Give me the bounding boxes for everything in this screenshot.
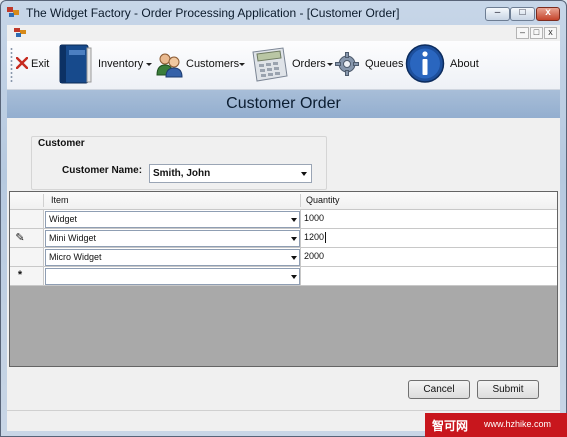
submit-button[interactable]: Submit [477,380,539,399]
new-row-star-icon: * [17,269,23,281]
gear-icon [335,52,359,76]
item-combobox-cell[interactable]: Micro Widget [44,248,301,267]
queues-label: Queues [365,58,404,70]
orders-label: Orders [292,58,326,70]
quantity-cell[interactable]: 1200 [301,229,557,248]
chevron-down-icon[interactable] [291,218,297,222]
row-header[interactable]: ✎ [10,229,44,248]
book-icon [59,44,92,84]
chevron-down-icon[interactable] [301,172,307,176]
about-label: About [450,58,479,70]
window-close-button[interactable]: x [536,7,560,21]
toolbar-grip[interactable] [10,47,13,83]
quantity-value: 1000 [304,213,325,223]
main-window: The Widget Factory - Order Processing Ap… [0,0,567,437]
content-area: Exit Inventory Customers Orders Queues A… [7,41,560,431]
item-value: Widget [49,214,78,224]
customers-dropdown-arrow [239,63,245,66]
customer-name-value: Smith, John [153,168,211,179]
watermark-url: www.hzhike.com [484,419,552,429]
watermark-brand: 智可网 [432,419,469,433]
row-header[interactable]: * [10,267,44,286]
item-combobox-cell[interactable]: Mini Widget [44,229,301,248]
order-items-grid[interactable]: Item Quantity Widget 1000 ✎ Mini Widget [9,191,558,367]
quantity-cell[interactable] [301,267,557,286]
item-value: Mini Widget [49,233,97,243]
customer-group-label: Customer [36,138,87,149]
exit-x-icon [16,57,28,69]
item-value: Micro Widget [49,252,102,262]
mdi-close-button[interactable]: x [544,27,557,39]
column-header-quantity[interactable]: Quantity [306,195,340,205]
page-title: Customer Order [226,95,341,112]
customer-name-combobox[interactable]: Smith, John [149,164,312,183]
inventory-dropdown-arrow [146,63,152,66]
customers-button[interactable]: Customers [156,41,247,89]
exit-button[interactable]: Exit [16,41,52,89]
mdi-menu-strip: – □ x [7,25,560,41]
exit-label: Exit [31,58,50,70]
orders-dropdown-arrow [327,63,333,66]
quantity-value: 2000 [304,251,325,261]
orders-button[interactable]: Orders [249,41,333,89]
watermark: 智可网 www.hzhike.com [425,413,567,437]
info-icon [405,44,445,83]
customers-icon [156,53,183,78]
table-row[interactable]: ✎ Mini Widget 1200 [10,229,557,248]
new-row[interactable]: * [10,267,557,286]
item-combobox-cell[interactable]: Widget [44,210,301,229]
item-combobox-cell[interactable] [44,267,301,286]
mdi-minimize-button[interactable]: – [516,27,529,39]
chevron-down-icon[interactable] [291,237,297,241]
app-icon [7,7,19,17]
toolbar: Exit Inventory Customers Orders Queues A… [7,41,560,90]
title-bar[interactable]: The Widget Factory - Order Processing Ap… [1,1,566,25]
customer-name-label: Customer Name: [62,165,143,176]
grid-header-row: Item Quantity [10,192,557,210]
cancel-button[interactable]: Cancel [408,380,470,399]
quantity-cell[interactable]: 1000 [301,210,557,229]
mdi-child-icon[interactable] [14,27,28,38]
window-minimize-button[interactable]: – [485,7,510,21]
chevron-down-icon[interactable] [291,275,297,279]
header-banner: Customer Order [7,90,560,118]
row-header[interactable] [10,210,44,229]
window-title: The Widget Factory - Order Processing Ap… [26,6,400,20]
table-row[interactable]: Widget 1000 [10,210,557,229]
edit-pencil-icon: ✎ [15,232,25,244]
inventory-label: Inventory [98,58,144,70]
inventory-button[interactable]: Inventory [56,41,152,89]
window-maximize-button[interactable]: □ [510,7,535,21]
column-header-item[interactable]: Item [51,195,69,205]
quantity-value: 1200 [304,232,325,242]
row-header[interactable] [10,248,44,267]
table-row[interactable]: Micro Widget 2000 [10,248,557,267]
chevron-down-icon[interactable] [291,256,297,260]
customers-label: Customers [186,58,240,70]
text-cursor [325,232,326,243]
quantity-cell[interactable]: 2000 [301,248,557,267]
mdi-restore-button[interactable]: □ [530,27,543,39]
about-button[interactable]: About [405,41,481,89]
calculator-icon [252,47,288,82]
queues-button[interactable]: Queues [335,41,404,89]
